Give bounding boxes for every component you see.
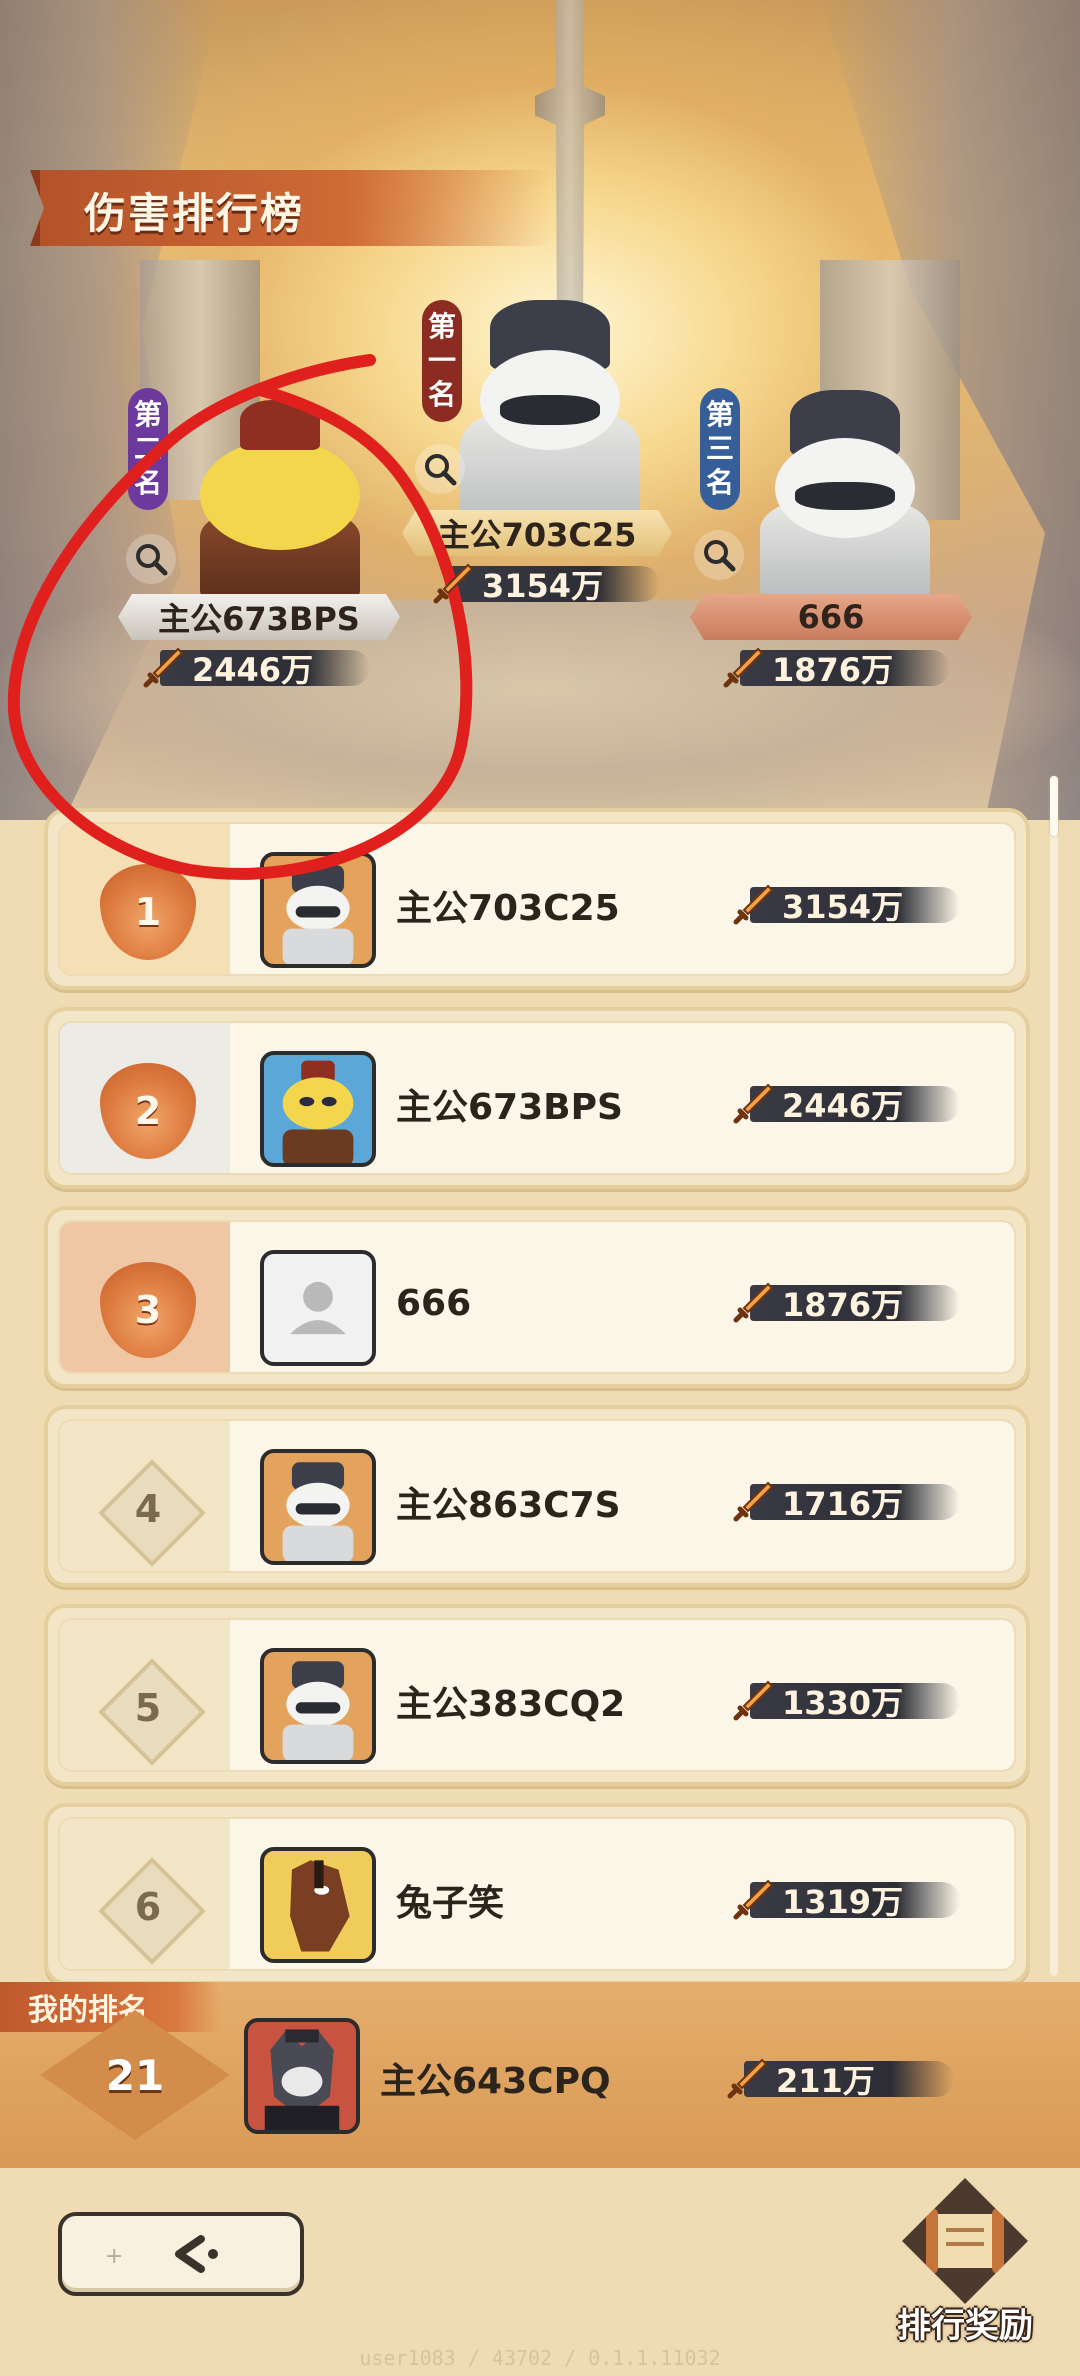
player-power: 1319万: [730, 1876, 960, 1924]
my-rank-number: 21: [105, 2050, 165, 2100]
ranking-row[interactable]: 4 主公863C7S 1716万: [44, 1405, 1030, 1587]
sword-icon: [723, 647, 764, 688]
sword-icon: [143, 647, 184, 688]
player-avatar[interactable]: [260, 1847, 376, 1963]
scroll-reward-icon: [902, 2178, 1028, 2304]
list-scrollbar[interactable]: [1050, 776, 1058, 1976]
rank-diamond-badge: 4: [100, 1461, 196, 1557]
search-icon[interactable]: [126, 534, 176, 584]
player-name: 主公863C7S: [396, 1485, 621, 1526]
first-place-power: 3154万: [430, 560, 660, 608]
list-scroll-thumb[interactable]: [1050, 776, 1058, 836]
sword-icon: [733, 1282, 774, 1323]
player-name: 666: [396, 1282, 472, 1324]
ranking-row[interactable]: 6 兔子笑 1319万: [44, 1803, 1030, 1985]
first-place-name: 主公703C25: [402, 510, 672, 556]
back-arrow-icon: +: [105, 2235, 218, 2273]
ranking-row[interactable]: 2 主公673BPS 2446万: [44, 1007, 1030, 1189]
ranking-reward-button[interactable]: 排行奖励: [880, 2178, 1050, 2348]
search-icon[interactable]: [694, 530, 744, 580]
ranking-reward-label: 排行奖励: [897, 2306, 1033, 2346]
page-title: 伤害排行榜: [84, 189, 305, 238]
sword-icon: [433, 563, 474, 604]
footer-user-info: user1083 / 43702 / 0.1.1.11032: [359, 2346, 721, 2370]
svg-text:+: +: [105, 2244, 123, 2269]
second-place-character[interactable]: [180, 400, 380, 600]
second-place-power: 2446万: [140, 644, 370, 692]
sword-icon: [733, 884, 774, 925]
my-avatar[interactable]: [244, 2018, 360, 2134]
rank-diamond-badge: 6: [100, 1859, 196, 1955]
third-place-name: 666: [690, 594, 972, 640]
third-place-tag: 第三名: [700, 388, 740, 510]
sword-icon: [733, 1481, 774, 1522]
player-name: 兔子笑: [396, 1883, 505, 1924]
ranking-row[interactable]: 1 主公703C25 3154万: [44, 808, 1030, 990]
first-place-tag: 第一名: [422, 300, 462, 422]
player-name: 主公703C25: [396, 888, 620, 929]
player-avatar[interactable]: [260, 1648, 376, 1764]
sword-icon: [733, 1879, 774, 1920]
player-avatar[interactable]: [260, 852, 376, 968]
player-power: 1330万: [730, 1677, 960, 1725]
sword-icon: [733, 1680, 774, 1721]
player-power: 1716万: [730, 1478, 960, 1526]
second-place-name: 主公673BPS: [118, 594, 400, 640]
sword-icon: [733, 1083, 774, 1124]
player-power: 3154万: [730, 881, 960, 929]
back-button[interactable]: +: [58, 2212, 304, 2296]
player-power: 1876万: [730, 1279, 960, 1327]
first-place-character[interactable]: [440, 300, 660, 530]
third-place-power: 1876万: [720, 644, 950, 692]
my-player-power: 211万: [724, 2055, 954, 2103]
my-player-name: 主公643CPQ: [380, 2061, 611, 2102]
third-place-character[interactable]: [740, 390, 950, 600]
ranking-row[interactable]: 5 主公383CQ2 1330万: [44, 1604, 1030, 1786]
default-avatar-icon[interactable]: [260, 1250, 376, 1366]
my-rank-label: 我的排名: [0, 1982, 220, 2032]
player-power: 2446万: [730, 1080, 960, 1128]
rank-diamond-badge: 5: [100, 1660, 196, 1756]
ranking-row[interactable]: 3 666 1876万: [44, 1206, 1030, 1388]
player-avatar[interactable]: [260, 1051, 376, 1167]
second-place-tag: 第二名: [128, 388, 168, 510]
player-name: 主公383CQ2: [396, 1684, 626, 1725]
sword-icon: [727, 2058, 768, 2099]
search-icon[interactable]: [415, 444, 465, 494]
player-avatar[interactable]: [260, 1449, 376, 1565]
player-name: 主公673BPS: [396, 1087, 623, 1128]
